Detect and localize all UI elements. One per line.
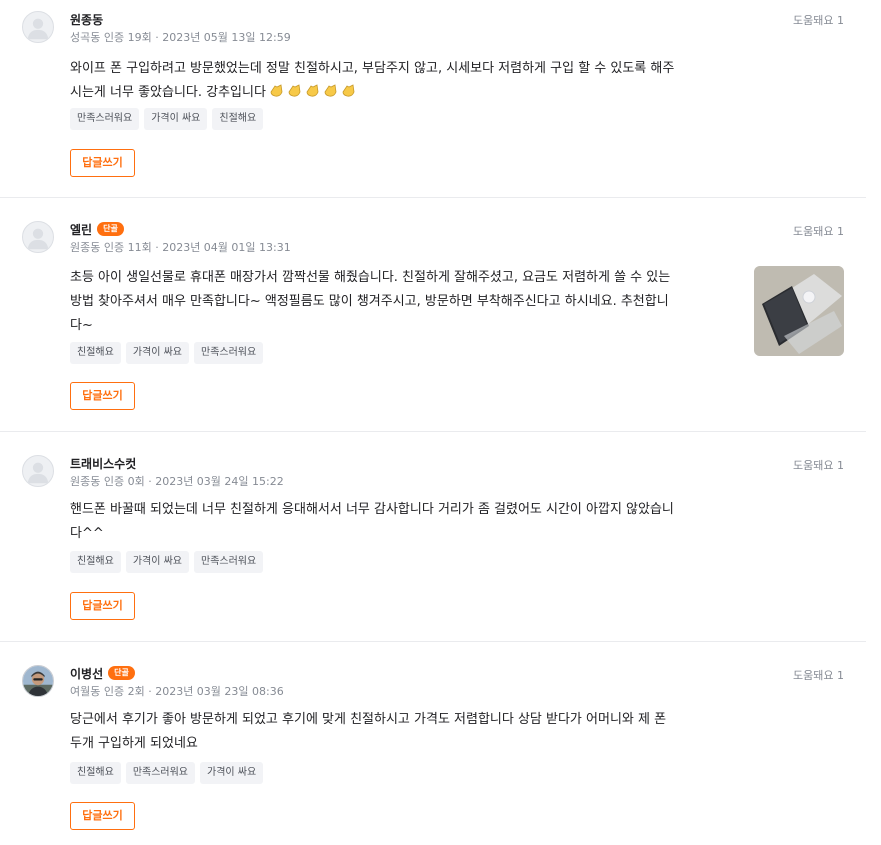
review-tag: 만족스러워요 [194,342,264,364]
reply-button[interactable]: 답글쓰기 [70,802,135,830]
reply-button[interactable]: 답글쓰기 [70,382,135,410]
nickname-row: 이병선 단골 [70,664,135,682]
tag-list: 만족스러워요 가격이 싸요 친절해요 [70,108,264,130]
review-tag: 가격이 싸요 [125,551,189,573]
clapping-hands-icon [270,84,283,97]
review-text-line: 다^^ [70,526,104,541]
review-text-line: 핸드폰 바꿀때 되었는데 너무 친절하게 응대해서서 너무 감사합니다 거리가 … [70,502,674,517]
review-tag: 만족스러워요 [70,108,140,130]
nickname[interactable]: 이병선 [70,665,103,682]
regular-badge: 단골 [108,666,135,680]
review-text-line: 초등 아이 생일선물로 휴대폰 매장가서 깜짝선물 해줬습니다. 친절하게 잘해… [70,270,671,285]
nickname-row: 트래비스수컷 [70,454,136,472]
review-meta: 원종동 인증 11회 · 2023년 04월 01일 13:31 [70,241,291,254]
review-photo[interactable] [754,266,844,356]
avatar[interactable] [22,665,54,697]
clapping-hands-icon [288,84,301,97]
emoji-group [266,84,356,100]
review-text-line: 시는게 너무 좋았습니다. 강추입니다 [70,81,700,105]
review-photo-image [754,266,844,356]
review-text-line: 두개 구입하게 되었네요 [70,736,198,751]
reply-button[interactable]: 답글쓰기 [70,149,135,177]
clapping-hands-icon [342,84,355,97]
helpful-count[interactable]: 도움돼요 1 [793,223,844,239]
user-profile-photo [23,666,53,696]
reply-button[interactable]: 답글쓰기 [70,592,135,620]
tag-list: 친절해요 만족스러워요 가격이 싸요 [70,762,264,784]
review-tag: 친절해요 [70,551,121,573]
nickname-row: 원종동 [70,10,103,28]
nickname[interactable]: 트래비스수컷 [70,455,136,472]
review-text-line: 다~ [70,318,93,333]
avatar[interactable] [22,455,54,487]
helpful-count[interactable]: 도움돼요 1 [793,457,844,473]
review-text: 초등 아이 생일선물로 휴대폰 매장가서 깜짝선물 해줬습니다. 친절하게 잘해… [70,266,700,338]
default-profile-icon [27,18,49,40]
review-tag: 친절해요 [212,108,264,130]
review-tag: 가격이 싸요 [200,762,264,784]
review-meta: 원종동 인증 0회 · 2023년 03월 24일 15:22 [70,475,284,488]
review-meta: 여월동 인증 2회 · 2023년 03월 23일 08:36 [70,685,284,698]
default-profile-icon [27,462,49,484]
regular-badge: 단골 [97,222,124,236]
avatar[interactable] [22,11,54,43]
review-item: 이병선 단골 여월동 인증 2회 · 2023년 03월 23일 08:36 도… [0,643,866,845]
review-meta: 성곡동 인증 19회 · 2023년 05월 13일 12:59 [70,31,291,44]
review-text: 당근에서 후기가 좋아 방문하게 되었고 후기에 맞게 친절하시고 가격도 저렴… [70,708,700,756]
review-tag: 가격이 싸요 [144,108,208,130]
review-item: 트래비스수컷 원종동 인증 0회 · 2023년 03월 24일 15:22 도… [0,433,866,642]
avatar[interactable] [22,221,54,253]
review-tag: 가격이 싸요 [125,342,189,364]
review-text: 와이프 폰 구입하려고 방문했었는데 정말 친절하시고, 부담주지 않고, 시세… [70,57,700,105]
review-text-line: 방법 찾아주셔서 매우 만족합니다~ 액정필름도 많이 챙겨주시고, 방문하면 … [70,294,669,309]
nickname[interactable]: 엘린 [70,221,92,238]
review-tag: 만족스러워요 [194,551,264,573]
nickname[interactable]: 원종동 [70,11,103,28]
review-text-line: 당근에서 후기가 좋아 방문하게 되었고 후기에 맞게 친절하시고 가격도 저렴… [70,712,667,727]
default-profile-icon [27,228,49,250]
review-tag: 친절해요 [70,342,121,364]
review-item: 엘린 단골 원종동 인증 11회 · 2023년 04월 01일 13:31 도… [0,199,866,432]
review-text: 핸드폰 바꿀때 되었는데 너무 친절하게 응대해서서 너무 감사합니다 거리가 … [70,498,700,546]
review-text-line: 와이프 폰 구입하려고 방문했었는데 정말 친절하시고, 부담주지 않고, 시세… [70,61,675,76]
review-tag: 친절해요 [70,762,121,784]
helpful-count[interactable]: 도움돼요 1 [793,12,844,28]
clapping-hands-icon [306,84,319,97]
clapping-hands-icon [324,84,337,97]
tag-list: 친절해요 가격이 싸요 만족스러워요 [70,551,264,573]
helpful-count[interactable]: 도움돼요 1 [793,667,844,683]
review-tag: 만족스러워요 [125,762,196,784]
nickname-row: 엘린 단골 [70,220,124,238]
review-item: 원종동 성곡동 인증 19회 · 2023년 05월 13일 12:59 도움돼… [0,0,866,198]
tag-list: 친절해요 가격이 싸요 만족스러워요 [70,342,264,364]
